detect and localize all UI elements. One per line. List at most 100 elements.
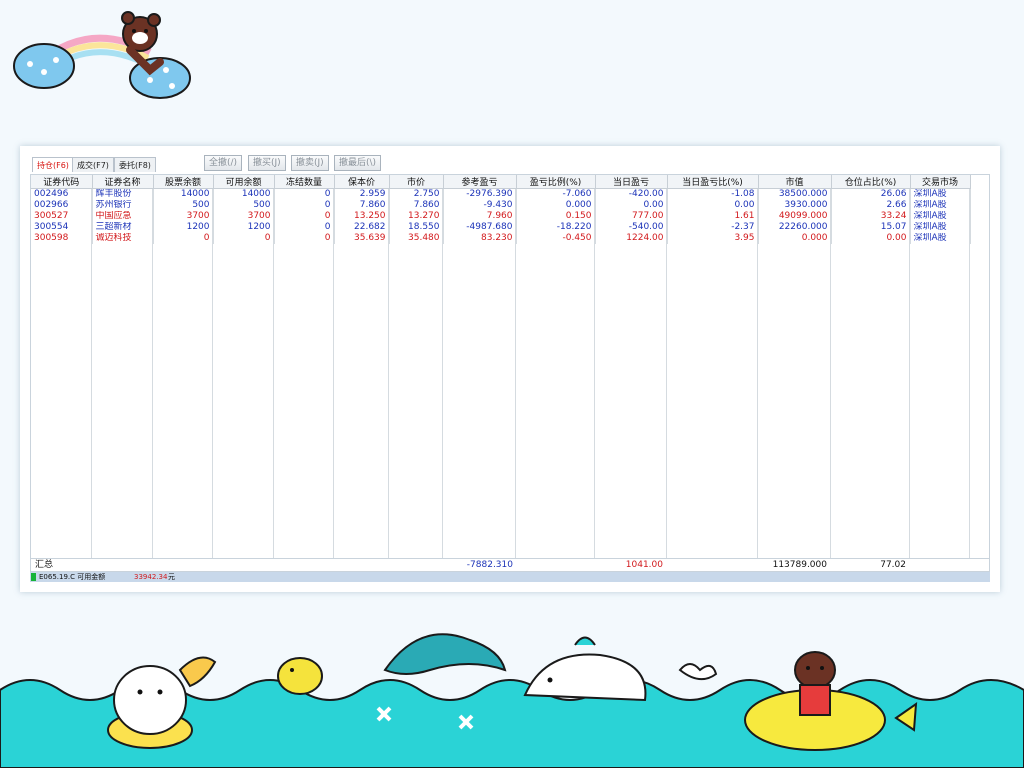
cell-price: 18.550 bbox=[389, 222, 444, 233]
cell-balance: 3700 bbox=[153, 211, 214, 222]
cell-available: 0 bbox=[213, 233, 275, 244]
cell-frozen: 0 bbox=[274, 222, 335, 233]
available-funds: 33942.34 bbox=[134, 573, 168, 581]
table-row[interactable]: 300527 中国应急 3700 3700 0 13.250 13.270 7.960 0.15… bbox=[31, 211, 971, 222]
cell-name: 辉丰股份 bbox=[92, 188, 154, 200]
cell-frozen: 0 bbox=[274, 188, 335, 200]
cell-balance: 0 bbox=[153, 233, 214, 244]
table-row[interactable]: 300598 诚迈科技 0 0 0 35.639 35.480 83.230 -0.450 122… bbox=[31, 233, 971, 244]
cell-frozen: 0 bbox=[274, 200, 335, 211]
cell-day-pnl: 0.00 bbox=[595, 200, 668, 211]
cancel-last-button[interactable]: 撤最后(\) bbox=[334, 155, 382, 171]
cancel-sell-button[interactable]: 撤卖(J) bbox=[291, 155, 329, 171]
rainbow-cloud-illustration bbox=[13, 11, 191, 99]
cell-frozen: 0 bbox=[274, 211, 335, 222]
cell-value: 49099.000 bbox=[758, 211, 832, 222]
cancel-buy-button[interactable]: 撤买(J) bbox=[248, 155, 286, 171]
cell-name: 中国应急 bbox=[92, 211, 154, 222]
col-header-day-pnl[interactable]: 当日盈亏 bbox=[595, 175, 668, 189]
cell-day-pnl-pct: 3.95 bbox=[667, 233, 759, 244]
cell-pnl: 7.960 bbox=[443, 211, 517, 222]
cell-position-pct: 2.66 bbox=[831, 200, 911, 211]
col-header-market[interactable]: 交易市场 bbox=[910, 175, 971, 189]
col-header-available[interactable]: 可用余额 bbox=[213, 175, 275, 189]
cell-pnl: -2976.390 bbox=[443, 188, 517, 200]
cell-pnl: -9.430 bbox=[443, 200, 517, 211]
cell-day-pnl-pct: -1.08 bbox=[667, 188, 759, 200]
cell-price: 13.270 bbox=[389, 211, 444, 222]
col-header-pnl[interactable]: 参考盈亏 bbox=[443, 175, 517, 189]
cell-breakeven: 13.250 bbox=[334, 211, 390, 222]
status-bar: E065.19.C 可用金额 33942.34 元 bbox=[30, 572, 990, 582]
col-header-frozen[interactable]: 冻结数量 bbox=[274, 175, 335, 189]
cell-available: 14000 bbox=[213, 188, 275, 200]
summary-label: 汇总 bbox=[35, 560, 54, 570]
table-row[interactable]: 002966 苏州银行 500 500 0 7.860 7.860 -9.430 0.000 0.… bbox=[31, 200, 971, 211]
cell-breakeven: 22.682 bbox=[334, 222, 390, 233]
cell-value: 38500.000 bbox=[758, 188, 832, 200]
summary-day-pnl: 1041.00 bbox=[625, 560, 663, 570]
col-header-position-pct[interactable]: 仓位占比(%) bbox=[831, 175, 911, 189]
cell-market: 深圳A股 bbox=[910, 188, 971, 200]
table-row[interactable]: 002496 辉丰股份 14000 14000 0 2.959 2.750 -2976.390… bbox=[31, 188, 971, 200]
cell-market: 深圳A股 bbox=[910, 200, 971, 211]
cell-pnl-pct: -18.220 bbox=[516, 222, 596, 233]
positions-table: 证券代码 证券名称 股票余额 可用余额 冻结数量 保本价 市价 参考盈亏 盈亏比… bbox=[30, 174, 990, 572]
cell-price: 7.860 bbox=[389, 200, 444, 211]
cell-price: 35.480 bbox=[389, 233, 444, 244]
cell-price: 2.750 bbox=[389, 188, 444, 200]
connection-indicator-icon bbox=[31, 573, 36, 581]
cell-value: 0.000 bbox=[758, 233, 832, 244]
cell-balance: 500 bbox=[153, 200, 214, 211]
cell-breakeven: 7.860 bbox=[334, 200, 390, 211]
cell-pnl: -4987.680 bbox=[443, 222, 517, 233]
cell-value: 3930.000 bbox=[758, 200, 832, 211]
cell-day-pnl: 1224.00 bbox=[595, 233, 668, 244]
col-header-breakeven[interactable]: 保本价 bbox=[334, 175, 390, 189]
tab-orders[interactable]: 委托(F8) bbox=[114, 157, 156, 172]
cell-day-pnl-pct: -2.37 bbox=[667, 222, 759, 233]
cell-code: 002966 bbox=[31, 200, 93, 211]
status-left-text: E065.19.C 可用金额 bbox=[39, 573, 106, 581]
cell-breakeven: 35.639 bbox=[334, 233, 390, 244]
table-row[interactable]: 300554 三超新材 1200 1200 0 22.682 18.550 -4987.680… bbox=[31, 222, 971, 233]
col-header-code[interactable]: 证券代码 bbox=[31, 175, 93, 189]
cell-day-pnl: -540.00 bbox=[595, 222, 668, 233]
cell-code: 300554 bbox=[31, 222, 93, 233]
tab-trades[interactable]: 成交(F7) bbox=[72, 157, 114, 172]
cell-code: 300598 bbox=[31, 233, 93, 244]
cell-code: 300527 bbox=[31, 211, 93, 222]
sea-animals-illustration bbox=[0, 633, 1024, 768]
cell-pnl-pct: -7.060 bbox=[516, 188, 596, 200]
summary-position-pct: 77.02 bbox=[880, 560, 906, 570]
table-header: 证券代码 证券名称 股票余额 可用余额 冻结数量 保本价 市价 参考盈亏 盈亏比… bbox=[31, 175, 971, 189]
col-header-day-pnl-pct[interactable]: 当日盈亏比(%) bbox=[667, 175, 759, 189]
cell-day-pnl-pct: 1.61 bbox=[667, 211, 759, 222]
cell-position-pct: 0.00 bbox=[831, 233, 911, 244]
cell-pnl-pct: 0.150 bbox=[516, 211, 596, 222]
cell-available: 500 bbox=[213, 200, 275, 211]
cancel-all-button[interactable]: 全撤(/) bbox=[204, 155, 243, 171]
positions-window: 持仓(F6) 成交(F7) 委托(F8) 全撤(/) 撤买(J) 撤卖(J) 撤… bbox=[20, 146, 1000, 592]
summary-value: 113789.000 bbox=[772, 560, 827, 570]
cell-market: 深圳A股 bbox=[910, 222, 971, 233]
tab-positions[interactable]: 持仓(F6) bbox=[32, 157, 74, 172]
cell-pnl-pct: -0.450 bbox=[516, 233, 596, 244]
col-header-value[interactable]: 市值 bbox=[758, 175, 832, 189]
cell-breakeven: 2.959 bbox=[334, 188, 390, 200]
cell-available: 3700 bbox=[213, 211, 275, 222]
currency-unit: 元 bbox=[168, 573, 175, 581]
cell-market: 深圳A股 bbox=[910, 233, 971, 244]
cell-name: 苏州银行 bbox=[92, 200, 154, 211]
col-header-price[interactable]: 市价 bbox=[389, 175, 444, 189]
cell-position-pct: 26.06 bbox=[831, 188, 911, 200]
summary-row: 汇总 -7882.310 1041.00 113789.000 77.02 bbox=[31, 558, 989, 571]
col-header-balance[interactable]: 股票余额 bbox=[153, 175, 214, 189]
cell-day-pnl-pct: 0.00 bbox=[667, 200, 759, 211]
cell-pnl-pct: 0.000 bbox=[516, 200, 596, 211]
col-header-pnl-pct[interactable]: 盈亏比例(%) bbox=[516, 175, 596, 189]
cell-balance: 1200 bbox=[153, 222, 214, 233]
cell-frozen: 0 bbox=[274, 233, 335, 244]
col-header-name[interactable]: 证券名称 bbox=[92, 175, 154, 189]
tab-bar: 持仓(F6) 成交(F7) 委托(F8) 全撤(/) 撤买(J) 撤卖(J) 撤… bbox=[28, 154, 992, 172]
